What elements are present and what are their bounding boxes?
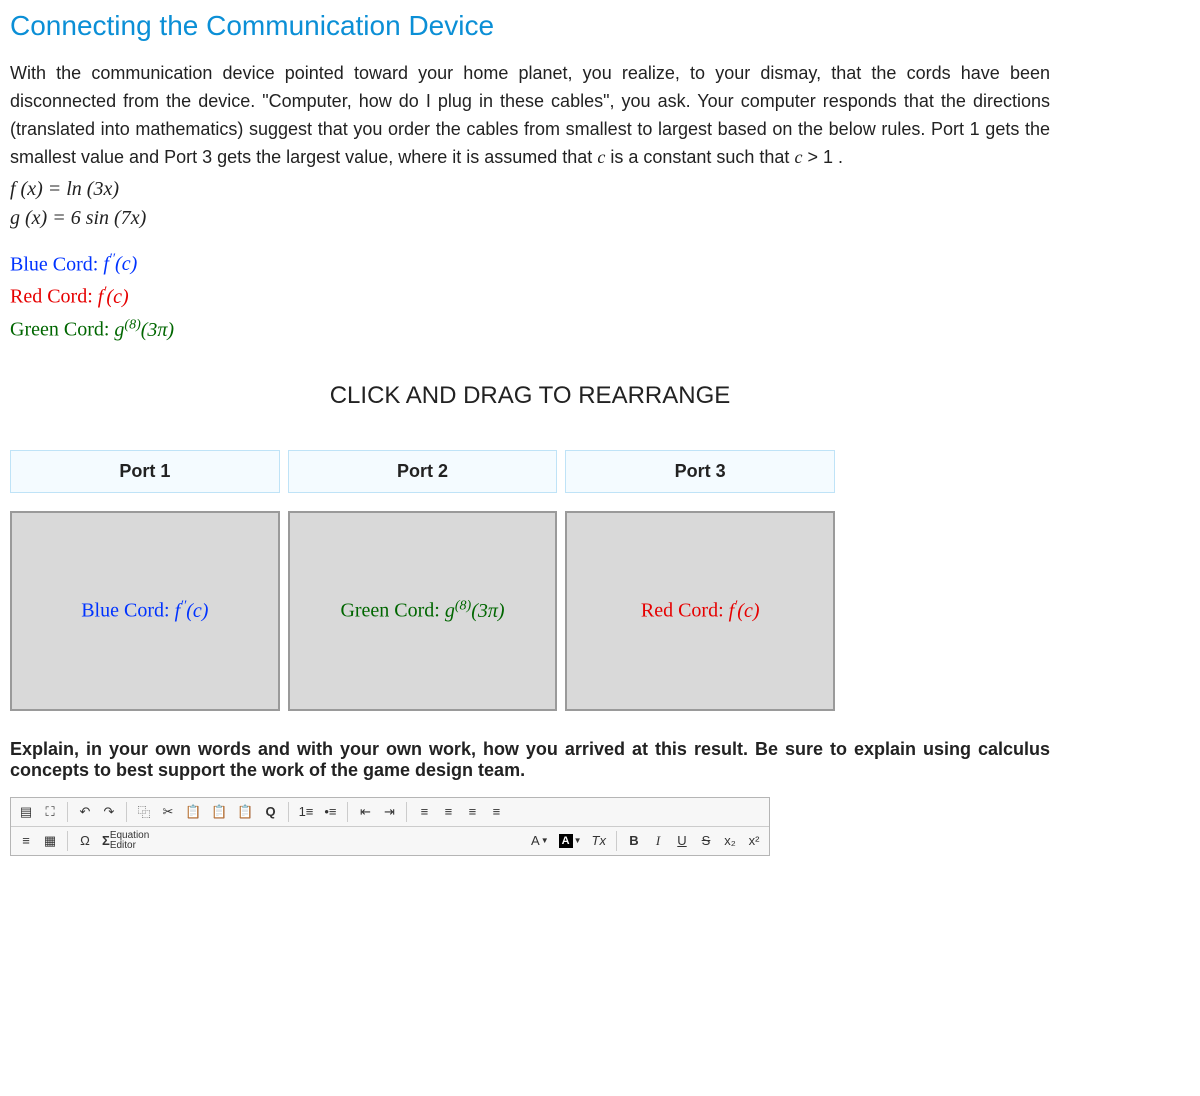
chevron-down-icon: ▼	[541, 836, 549, 845]
cord-green-label: Green Cord:	[10, 319, 114, 341]
separator-icon	[126, 802, 127, 822]
copy-button[interactable]: ⿻	[133, 801, 155, 823]
text-color-button[interactable]: A▼	[527, 830, 553, 852]
function-definitions: f (x) = ln (3x) g (x) = 6 sin (7x)	[10, 178, 1190, 230]
drop-slot-2[interactable]: Green Cord: g(8)(3π)	[288, 511, 558, 711]
drop-slot-3[interactable]: Red Cord: f′(c)	[565, 511, 835, 711]
separator-icon	[288, 802, 289, 822]
subscript-button[interactable]: x₂	[719, 830, 741, 852]
source-button[interactable]: ▤	[15, 801, 37, 823]
explain-prompt: Explain, in your own words and with your…	[10, 739, 1050, 781]
cord-definitions: Blue Cord: f′′(c) Red Cord: f′(c) Green …	[10, 252, 1190, 342]
slot-1-label: Blue Cord:	[81, 600, 174, 622]
bg-color-button[interactable]: A▼	[555, 830, 586, 852]
fullscreen-button[interactable]: ⛶	[39, 801, 61, 823]
rich-text-editor: ▤ ⛶ ↶ ↷ ⿻ ✂ 📋 📋 📋 Q 1≡ •≡ ⇤ ⇥ ≡ ≡ ≡ ≡ ≡ …	[10, 797, 770, 856]
undo-button[interactable]: ↶	[74, 801, 96, 823]
slot-2-label: Green Cord:	[340, 600, 444, 622]
drop-slot-1[interactable]: Blue Cord: f′′(c)	[10, 511, 280, 711]
cord-red: Red Cord: f′(c)	[10, 284, 1190, 309]
rte-toolbar-row-2: ≡ ▦ Ω Σ Equation Editor A▼ A▼ Tx B I U S…	[11, 827, 769, 855]
superscript-button[interactable]: x²	[743, 830, 765, 852]
table-button[interactable]: ▦	[39, 830, 61, 852]
align-left-button[interactable]: ≡	[413, 801, 435, 823]
cord-red-label: Red Cord:	[10, 286, 98, 308]
intro-gt: > 1	[807, 147, 833, 167]
menu-button[interactable]: ≡	[15, 830, 37, 852]
cord-green: Green Cord: g(8)(3π)	[10, 317, 1190, 342]
separator-icon	[67, 802, 68, 822]
separator-icon	[67, 831, 68, 851]
intro-text-c: .	[838, 147, 843, 167]
ordered-list-button[interactable]: 1≡	[295, 801, 318, 823]
bold-button[interactable]: B	[623, 830, 645, 852]
paste-button[interactable]: 📋	[181, 801, 205, 823]
cord-blue: Blue Cord: f′′(c)	[10, 252, 1190, 277]
intro-var-c2: c	[794, 147, 802, 167]
slot-3-label: Red Cord:	[641, 600, 729, 622]
chevron-down-icon: ▼	[574, 836, 582, 845]
redo-button[interactable]: ↷	[98, 801, 120, 823]
cord-blue-label: Blue Cord:	[10, 253, 103, 275]
unordered-list-button[interactable]: •≡	[319, 801, 341, 823]
cut-button[interactable]: ✂	[157, 801, 179, 823]
page-title: Connecting the Communication Device	[10, 10, 1190, 42]
equation-editor-button[interactable]: Σ Equation Editor	[98, 830, 153, 852]
function-f: f (x) = ln (3x)	[10, 178, 1190, 201]
align-right-button[interactable]: ≡	[461, 801, 483, 823]
separator-icon	[616, 831, 617, 851]
paste-word-button[interactable]: 📋	[233, 801, 257, 823]
intro-var-c1: c	[597, 147, 605, 167]
align-center-button[interactable]: ≡	[437, 801, 459, 823]
port-3-label: Port 3	[565, 450, 835, 493]
strike-button[interactable]: S	[695, 830, 717, 852]
port-2-label: Port 2	[288, 450, 558, 493]
ports-header-row: Port 1 Port 2 Port 3	[10, 450, 835, 493]
drop-slots-row: Blue Cord: f′′(c) Green Cord: g(8)(3π) R…	[10, 511, 835, 711]
port-1-label: Port 1	[10, 450, 280, 493]
indent-button[interactable]: ⇥	[378, 801, 400, 823]
paste-text-button[interactable]: 📋	[207, 801, 231, 823]
separator-icon	[406, 802, 407, 822]
align-justify-button[interactable]: ≡	[485, 801, 507, 823]
clear-format-button[interactable]: Tx	[588, 830, 610, 852]
special-char-button[interactable]: Ω	[74, 830, 96, 852]
rte-toolbar-row-1: ▤ ⛶ ↶ ↷ ⿻ ✂ 📋 📋 📋 Q 1≡ •≡ ⇤ ⇥ ≡ ≡ ≡ ≡	[11, 798, 769, 827]
function-g: g (x) = 6 sin (7x)	[10, 207, 1190, 230]
outdent-button[interactable]: ⇤	[354, 801, 376, 823]
intro-paragraph: With the communication device pointed to…	[10, 60, 1050, 172]
separator-icon	[347, 802, 348, 822]
drag-instruction: CLICK AND DRAG TO REARRANGE	[10, 382, 1050, 410]
find-button[interactable]: Q	[260, 801, 282, 823]
italic-button[interactable]: I	[647, 830, 669, 852]
intro-text-b: is a constant such that	[610, 147, 794, 167]
underline-button[interactable]: U	[671, 830, 693, 852]
intro-text-a: With the communication device pointed to…	[10, 63, 1050, 167]
